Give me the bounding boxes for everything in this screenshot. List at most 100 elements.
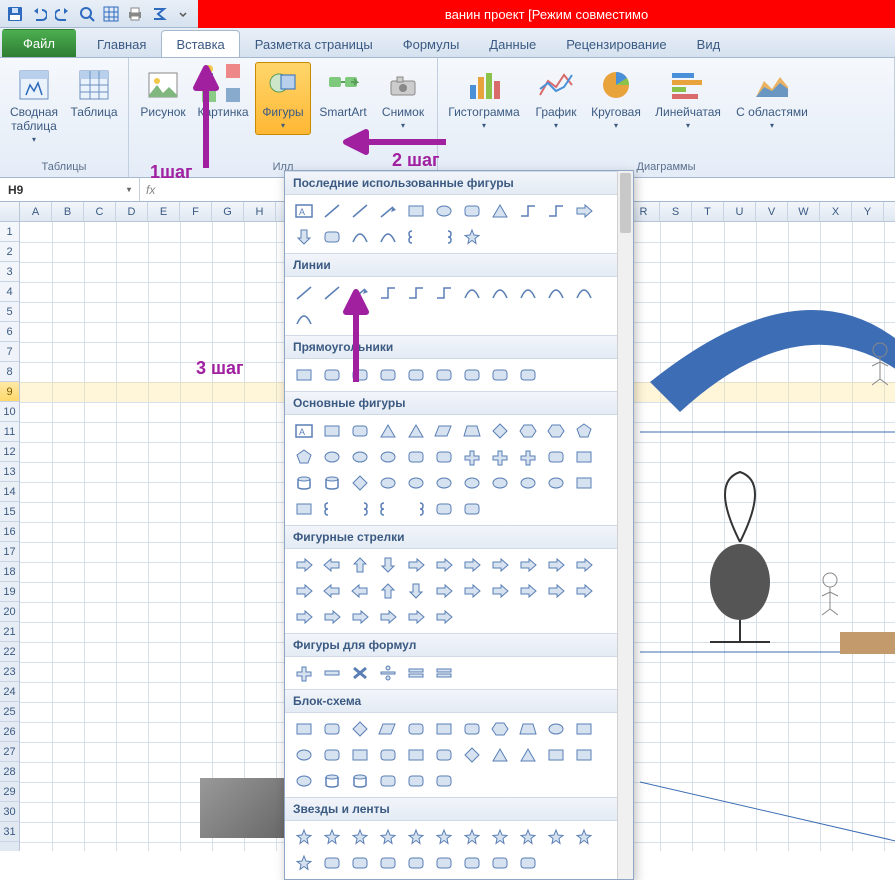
shape-rightarrow[interactable] [291,553,317,577]
row-header[interactable]: 11 [0,422,19,442]
column-header[interactable]: B [52,202,84,221]
shape-oval[interactable] [375,471,401,495]
shape-rightarrow[interactable] [431,579,457,603]
name-box[interactable]: H9 ▾ [0,178,140,201]
shape-curl[interactable] [319,497,345,521]
row-header[interactable]: 19 [0,582,19,602]
inserted-image[interactable] [200,778,290,838]
shape-trapezoid[interactable] [515,717,541,741]
row-header[interactable]: 8 [0,362,19,382]
tab-review[interactable]: Рецензирование [551,30,681,57]
row-header[interactable]: 15 [0,502,19,522]
shape-triangle[interactable] [403,419,429,443]
shape-roundrect[interactable] [431,743,457,767]
shape-oval[interactable] [291,769,317,793]
shape-curve[interactable] [347,225,373,249]
save-icon[interactable] [4,3,26,25]
shape-cylinder[interactable] [347,769,373,793]
shape-parallelogram[interactable] [375,717,401,741]
shape-rightarrow[interactable] [291,605,317,629]
qat-dropdown-icon[interactable] [172,3,194,25]
shape-textbox[interactable]: A [291,199,317,223]
select-all-corner[interactable] [0,202,20,222]
shape-elbow[interactable] [515,199,541,223]
shape-equals[interactable] [431,661,457,685]
shape-arrowline[interactable] [375,199,401,223]
shape-rect[interactable] [347,743,373,767]
shape-roundrect[interactable] [375,851,401,875]
shape-star[interactable] [543,825,569,849]
shape-rect[interactable] [403,199,429,223]
shape-roundrect[interactable] [403,717,429,741]
shape-leftarrow[interactable] [319,579,345,603]
shape-rect[interactable] [571,717,597,741]
shape-roundrect[interactable] [431,445,457,469]
shape-downarrow[interactable] [375,553,401,577]
shape-hex[interactable] [487,717,513,741]
column-header[interactable]: U [724,202,756,221]
shape-oval[interactable] [543,471,569,495]
shape-roundrect[interactable] [543,445,569,469]
row-header[interactable]: 3 [0,262,19,282]
shape-textbox[interactable]: A [291,419,317,443]
area-chart-button[interactable]: С областями ▾ [732,62,812,135]
shape-roundrect[interactable] [515,363,541,387]
column-header[interactable]: C [84,202,116,221]
shape-trapezoid[interactable] [459,419,485,443]
row-header[interactable]: 29 [0,782,19,802]
pivot-table-button[interactable]: Сводная таблица ▾ [6,62,62,149]
shape-oval[interactable] [431,471,457,495]
shape-curve[interactable] [487,281,513,305]
shape-plus[interactable] [487,445,513,469]
shape-rightarrow[interactable] [487,553,513,577]
undo-icon[interactable] [28,3,50,25]
column-header[interactable]: T [692,202,724,221]
shape-elbow[interactable] [403,281,429,305]
shape-plus[interactable] [459,445,485,469]
shape-uparrow[interactable] [347,553,373,577]
shape-pent[interactable] [571,419,597,443]
shape-roundrect[interactable] [459,717,485,741]
column-header[interactable]: S [660,202,692,221]
shape-diamond[interactable] [459,743,485,767]
screenshot-button[interactable]: Снимок ▾ [375,62,431,135]
shape-diamond[interactable] [347,717,373,741]
shape-oval[interactable] [375,445,401,469]
shape-brace[interactable] [431,225,457,249]
shape-roundrect[interactable] [431,497,457,521]
shape-rect[interactable] [543,743,569,767]
shape-rect[interactable] [291,717,317,741]
shape-line[interactable] [347,199,373,223]
table-icon[interactable] [100,3,122,25]
shape-brace[interactable] [347,497,373,521]
scrollbar-thumb[interactable] [620,173,631,233]
shape-leftarrow[interactable] [347,579,373,603]
shape-curve[interactable] [291,307,317,331]
shape-leftarrow[interactable] [319,553,345,577]
shape-star[interactable] [459,225,485,249]
column-header[interactable]: X [820,202,852,221]
row-header[interactable]: 2 [0,242,19,262]
row-header[interactable]: 25 [0,702,19,722]
shape-roundrect[interactable] [375,363,401,387]
shape-roundrect[interactable] [431,769,457,793]
shape-roundrect[interactable] [459,363,485,387]
shape-star[interactable] [375,825,401,849]
row-header[interactable]: 10 [0,402,19,422]
tab-view[interactable]: Вид [682,30,736,57]
shape-oval[interactable] [515,471,541,495]
shape-rightarrow[interactable] [571,199,597,223]
row-header[interactable]: 21 [0,622,19,642]
shape-roundrect[interactable] [459,497,485,521]
shape-rightarrow[interactable] [319,605,345,629]
tab-insert[interactable]: Вставка [161,30,239,57]
shape-oval[interactable] [459,471,485,495]
shape-oval[interactable] [291,743,317,767]
shape-pent[interactable] [291,445,317,469]
shape-arrowline[interactable] [347,281,373,305]
shape-downarrow[interactable] [291,225,317,249]
column-header[interactable]: G [212,202,244,221]
column-header[interactable]: H [244,202,276,221]
shape-star[interactable] [431,825,457,849]
shape-oval[interactable] [487,471,513,495]
